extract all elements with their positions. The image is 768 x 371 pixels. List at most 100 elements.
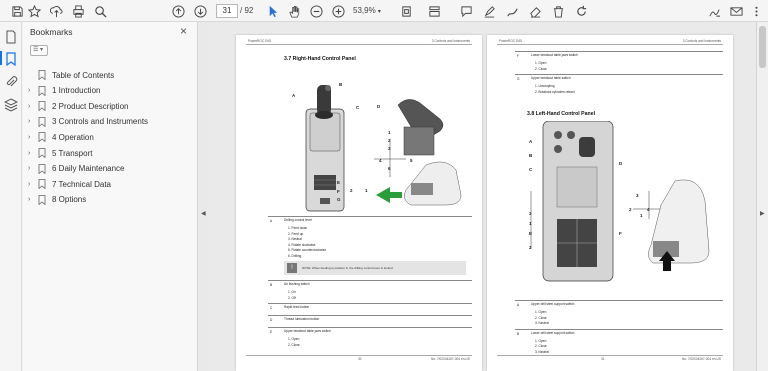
active-tab-indicator [0,51,2,65]
more-icon[interactable] [748,3,764,19]
bookmark-icon [38,116,47,128]
comment-icon[interactable] [458,3,474,19]
bookmark-options-menu[interactable]: ☰ ▾ [30,45,48,56]
bookmark-item[interactable]: › 7 Technical Data [28,177,111,191]
sign-icon[interactable] [706,3,722,19]
collapse-arrow-icon[interactable]: ◀ [201,210,206,217]
callout-letter: D [619,161,623,166]
page-footer-number: 30 [358,357,362,361]
bookmark-label: 3 Controls and Instruments [52,117,149,127]
bookmark-icon [38,70,47,81]
zoom-out-icon[interactable] [308,3,324,19]
attachments-icon[interactable] [4,75,18,89]
bookmark-label: 7 Technical Data [52,179,111,189]
zoom-level[interactable]: 53,9% ▾ [353,4,381,19]
row-title: Upper breakout table switch [531,76,571,80]
page-total: / 92 [240,6,254,15]
bookmark-icon [38,179,47,190]
chevron-right-icon[interactable]: › [28,134,36,141]
row-key: A [517,303,520,307]
table-row: A Upper drill steel support switch 1. Open… [515,300,723,325]
document-view[interactable]: PowerROC D45 3 Controls and Instruments … [208,22,756,371]
fit-page-icon[interactable] [398,3,414,19]
pattern-number: 2 [350,188,353,193]
table-row: A Drilling control lever 1. Feed down 2. Fe… [268,216,472,275]
chevron-right-icon[interactable]: › [28,150,36,157]
bookmark-item[interactable]: › 5 Transport [28,146,92,160]
callout-letter: C [356,105,360,110]
bookmark-label: 8 Options [52,195,87,205]
main-toolbar: 31 / 92 53,9% ▾ [0,0,768,22]
footer-rule [497,355,723,356]
search-icon[interactable] [92,3,108,19]
bookmark-icon [38,132,47,143]
page-header-left: PowerROC D45 [248,39,271,43]
pattern-number: 3 [529,211,532,216]
left-hand-panel-illustration [530,121,710,282]
scroll-thumb[interactable] [759,26,766,68]
hand-icon[interactable] [286,3,302,19]
bookmark-label: 5 Transport [52,148,93,158]
chevron-right-icon[interactable]: › [28,87,36,94]
bookmark-icon [38,85,47,96]
page-header-right: 3 Controls and Instruments [431,39,470,43]
bookmark-item[interactable]: › 1 Introduction [28,84,100,98]
bookmark-item[interactable]: › 4 Operation [28,130,94,144]
page-footer-doc: No: 7/02004267-004 en-US [682,357,721,361]
page-number-input[interactable]: 31 [216,4,238,18]
pattern-number: 4 [379,158,382,163]
chevron-right-icon[interactable]: › [28,165,36,172]
zoom-in-icon[interactable] [330,3,346,19]
chevron-right-icon[interactable]: › [28,181,36,188]
highlight-icon[interactable] [481,3,497,19]
row-key: A [270,219,273,223]
erase-icon[interactable] [527,3,543,19]
bookmark-item[interactable]: › 8 Options [28,193,86,207]
navigation-rail [0,22,22,371]
callout-letter: F [337,189,340,194]
info-icon: ! [287,263,297,273]
layers-icon[interactable] [3,98,19,112]
vertical-scrollbar[interactable]: ▶ [756,22,768,371]
panel-title: Bookmarks [30,27,73,37]
row-item: 3. Neutral [535,321,549,325]
bookmark-item[interactable]: › 6 Daily Maintenance [28,162,124,176]
bookmark-item[interactable]: Table of Contents [28,68,114,82]
close-icon[interactable]: × [180,24,187,38]
bookmark-star-icon[interactable] [26,3,42,19]
save-icon[interactable] [9,3,25,19]
row-item: 2. Close [535,66,547,71]
upload-icon[interactable] [48,3,64,19]
right-hand-panel-illustration [305,85,462,212]
page-down-icon[interactable] [192,3,208,19]
panel-splitter[interactable]: ◀ [198,22,208,371]
table-row: B Air flushing switch 1. On 2. Off [268,280,472,300]
cursor-icon[interactable] [264,3,280,19]
bookmark-icon [38,101,47,112]
bookmark-item[interactable]: › 2 Product Description [28,99,128,113]
pdf-page-31: PowerROC D45 3 Controls and Instruments … [487,35,733,371]
bookmark-label: 1 Introduction [52,86,101,96]
table-row: B Lower drill steel support switch 1. Open… [515,328,723,354]
delete-icon[interactable] [550,3,566,19]
bookmark-item[interactable]: › 3 Controls and Instruments [28,115,148,129]
callout-letter: G [337,197,341,202]
expand-arrow-icon[interactable]: ▶ [760,210,765,217]
pattern-number: 2 [529,245,532,250]
bookmark-label: 6 Daily Maintenance [52,164,125,174]
print-icon[interactable] [70,3,86,19]
row-item: 2. Breakout cylinders retract [535,89,575,94]
row-item: 2. Close [288,342,300,347]
chevron-right-icon[interactable]: › [28,118,36,125]
zoom-value: 53,9% [353,6,376,15]
mail-icon[interactable] [728,3,744,19]
rotate-icon[interactable] [573,3,589,19]
draw-icon[interactable] [504,3,520,19]
page-up-icon[interactable] [170,3,186,19]
scroll-mode-icon[interactable] [426,3,442,19]
chevron-right-icon[interactable]: › [28,103,36,110]
callout-letter: B [529,153,533,158]
page-thumbnails-icon[interactable] [4,30,18,44]
bookmarks-icon[interactable] [4,52,18,67]
chevron-right-icon[interactable]: › [28,196,36,203]
